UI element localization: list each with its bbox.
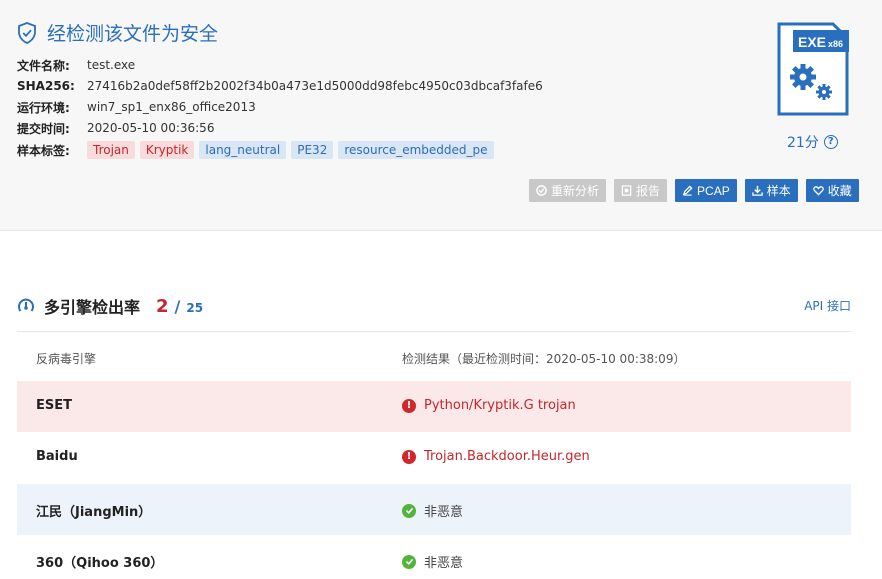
- table-row: Baidu ! Trojan.Backdoor.Heur.gen: [17, 432, 851, 483]
- tag-pe32[interactable]: PE32: [291, 141, 334, 159]
- favorite-label: 收藏: [827, 184, 852, 198]
- result-text: 非恶意: [424, 505, 464, 520]
- shield-check-icon: [18, 21, 36, 44]
- environment-row: 运行环境: win7_sp1_enx86_office2013: [17, 98, 256, 116]
- field-value: 27416b2a0def58ff2b2002f34b0a473e1d5000dd…: [87, 79, 543, 93]
- result-text: Python/Kryptik.G trojan: [424, 398, 576, 413]
- detection-title: 多引擎检出率: [44, 298, 141, 317]
- alert-icon: !: [402, 449, 416, 464]
- submit-time-row: 提交时间: 2020-05-10 00:36:56: [17, 119, 214, 137]
- download-sample-button[interactable]: 样本: [744, 179, 798, 202]
- exe-file-icon: EXE x86: [777, 22, 849, 116]
- reanalyze-label: 重新分析: [551, 184, 600, 198]
- check-circle-icon: [402, 503, 416, 518]
- detection-result: 非恶意: [402, 501, 463, 520]
- result-text: 非恶意: [424, 556, 464, 571]
- table-row: ESET ! Python/Kryptik.G trojan: [17, 381, 851, 432]
- detection-result: ! Trojan.Backdoor.Heur.gen: [402, 449, 590, 464]
- engine-name: 360（Qihoo 360）: [36, 556, 164, 571]
- summary-panel: 经检测该文件为安全 文件名称: test.exe SHA256: 27416b2…: [0, 0, 882, 231]
- table-header: 反病毒引擎 检测结果（最近检测时间：2020-05-10 00:38:09）: [17, 340, 851, 374]
- detection-header: 多引擎检出率 2 / 25 API 接口: [17, 294, 851, 332]
- exe-arch-label: x86: [828, 39, 843, 49]
- field-label: 运行环境:: [17, 100, 70, 115]
- field-label: 样本标签:: [17, 143, 70, 158]
- verdict: 经检测该文件为安全: [17, 19, 218, 46]
- detection-count: 2 / 25: [156, 296, 203, 317]
- exe-type-label: EXE: [798, 34, 826, 50]
- field-label: SHA256:: [17, 79, 75, 93]
- tag-trojan[interactable]: Trojan: [87, 141, 135, 159]
- detection-slash: /: [174, 296, 181, 316]
- tag-resource-embedded-pe[interactable]: resource_embedded_pe: [338, 141, 494, 159]
- col-result-header: 检测结果（最近检测时间：2020-05-10 00:38:09）: [402, 352, 686, 366]
- api-link[interactable]: API 接口: [804, 297, 851, 314]
- engine-name: Baidu: [36, 449, 78, 464]
- field-label: 文件名称:: [17, 58, 70, 73]
- field-label: 提交时间:: [17, 121, 70, 136]
- pcap-button[interactable]: PCAP: [675, 179, 737, 202]
- detection-result: ! Python/Kryptik.G trojan: [402, 398, 576, 413]
- favorite-button[interactable]: 收藏: [805, 179, 859, 202]
- check-circle-icon: [402, 554, 416, 569]
- reanalyze-icon: [536, 185, 547, 196]
- engine-name: 江民（JiangMin）: [36, 505, 152, 520]
- engine-name: ESET: [36, 398, 72, 413]
- pcap-icon: [682, 185, 693, 196]
- download-icon: [751, 185, 763, 196]
- tag-list: Trojan Kryptik lang_neutral PE32 resourc…: [87, 141, 494, 159]
- report-icon: [621, 185, 632, 196]
- download-sample-label: 样本: [766, 184, 791, 198]
- report-button[interactable]: 报告: [614, 179, 668, 202]
- field-value: 2020-05-10 00:36:56: [87, 121, 215, 135]
- verdict-text: 经检测该文件为安全: [47, 23, 219, 45]
- sha256-row: SHA256: 27416b2a0def58ff2b2002f34b0a473e…: [17, 77, 543, 95]
- detection-title-group: 多引擎检出率 2 / 25: [17, 294, 203, 318]
- help-icon[interactable]: ?: [823, 135, 838, 149]
- table-row: 江民（JiangMin） 非恶意: [17, 484, 851, 535]
- detection-total: 25: [186, 300, 204, 315]
- tags-row: 样本标签: Trojan Kryptik lang_neutral PE32 r…: [17, 141, 494, 159]
- action-bar: 重新分析 报告 PCAP 样本 收藏: [529, 179, 859, 202]
- report-label: 报告: [636, 184, 661, 198]
- score-value: 21分: [787, 135, 819, 151]
- pcap-label: PCAP: [697, 183, 730, 198]
- field-value: test.exe: [87, 58, 136, 72]
- field-value: win7_sp1_enx86_office2013: [87, 100, 256, 114]
- detection-hits: 2: [156, 295, 169, 317]
- detection-result: 非恶意: [402, 552, 463, 571]
- score: 21分 ?: [787, 132, 838, 152]
- tag-kryptik[interactable]: Kryptik: [139, 141, 195, 159]
- reanalyze-button[interactable]: 重新分析: [529, 179, 607, 202]
- heart-icon: [812, 186, 824, 196]
- table-row: 360（Qihoo 360） 非恶意: [17, 535, 851, 579]
- tag-lang-neutral[interactable]: lang_neutral: [199, 141, 287, 159]
- col-engine-header: 反病毒引擎: [36, 352, 97, 366]
- gauge-icon: [18, 298, 34, 312]
- file-name-row: 文件名称: test.exe: [17, 56, 135, 74]
- alert-icon: !: [402, 398, 416, 413]
- result-text: Trojan.Backdoor.Heur.gen: [424, 449, 590, 464]
